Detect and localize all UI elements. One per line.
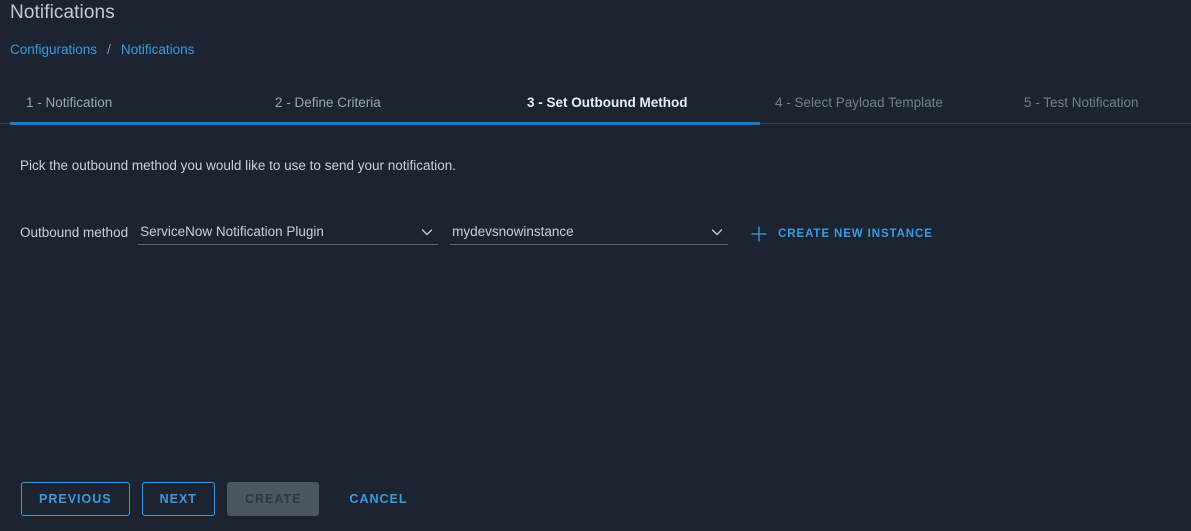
active-tab-underline — [10, 122, 760, 125]
outbound-instance-select-value: mydevsnowinstance — [452, 224, 574, 239]
page-title: Notifications — [10, 2, 115, 23]
previous-button[interactable]: PREVIOUS — [21, 482, 130, 516]
create-new-instance-button[interactable]: CREATE NEW INSTANCE — [750, 225, 933, 245]
create-button: CREATE — [226, 482, 320, 516]
tab-define-criteria[interactable]: 2 - Define Criteria — [275, 92, 381, 123]
cancel-button[interactable]: CANCEL — [331, 482, 425, 516]
outbound-instance-select[interactable]: mydevsnowinstance — [450, 219, 729, 245]
outbound-plugin-select[interactable]: ServiceNow Notification Plugin — [138, 219, 439, 245]
wizard-tabs: 1 - Notification 2 - Define Criteria 3 -… — [0, 92, 1191, 125]
outbound-plugin-select-value: ServiceNow Notification Plugin — [140, 224, 324, 239]
breadcrumb-link-notifications[interactable]: Notifications — [121, 42, 195, 57]
breadcrumb-link-configurations[interactable]: Configurations — [10, 42, 97, 57]
instruction-text: Pick the outbound method you would like … — [20, 158, 457, 173]
tab-test-notification[interactable]: 5 - Test Notification — [1024, 92, 1139, 123]
create-new-instance-label: CREATE NEW INSTANCE — [778, 228, 933, 240]
breadcrumb: Configurations / Notifications — [10, 42, 194, 57]
breadcrumb-separator: / — [107, 42, 111, 57]
notifications-wizard-page: Notifications Configurations / Notificat… — [0, 0, 1191, 531]
chevron-down-icon — [710, 225, 724, 239]
wizard-footer: PREVIOUS NEXT CREATE CANCEL — [21, 482, 426, 516]
outbound-method-label: Outbound method — [20, 225, 129, 240]
tab-select-payload-template[interactable]: 4 - Select Payload Template — [775, 92, 943, 123]
outbound-method-row: Outbound method ServiceNow Notification … — [20, 215, 933, 245]
tab-set-outbound-method[interactable]: 3 - Set Outbound Method — [527, 92, 687, 123]
chevron-down-icon — [420, 225, 434, 239]
tab-notification[interactable]: 1 - Notification — [26, 92, 112, 123]
next-button[interactable]: NEXT — [141, 482, 215, 516]
plus-icon — [750, 225, 768, 243]
